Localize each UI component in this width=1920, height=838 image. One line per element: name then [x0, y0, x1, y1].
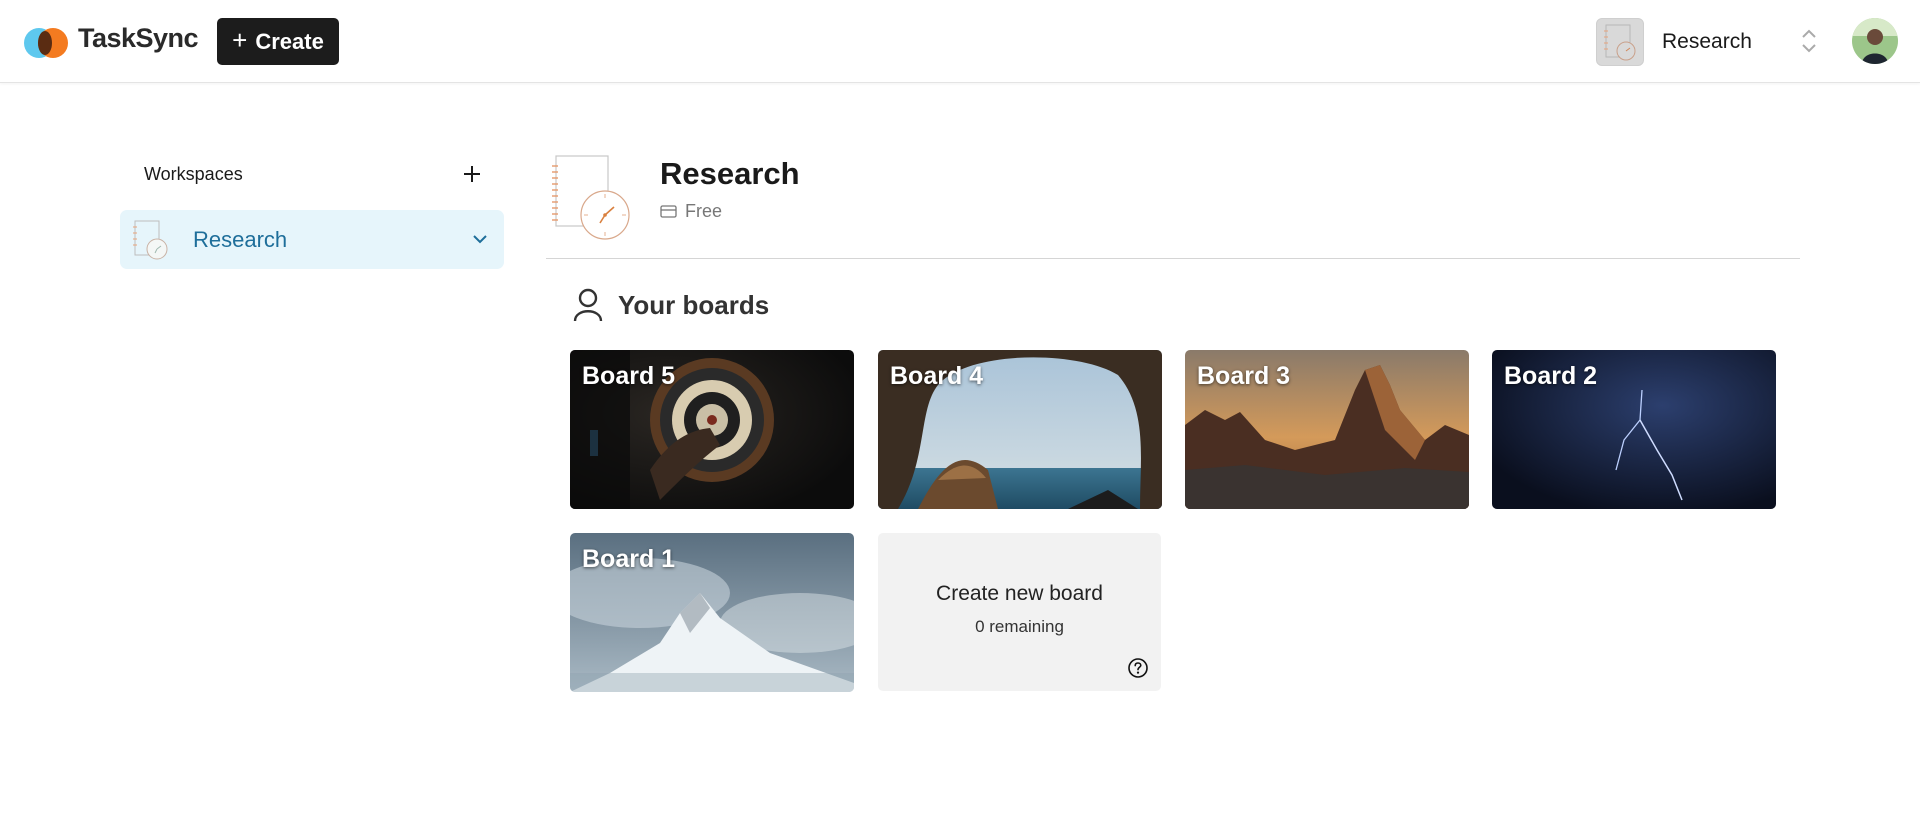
board-card-board-2[interactable]: Board 2	[1492, 350, 1776, 509]
workspace-thumbnail	[1596, 18, 1644, 66]
board-title: Board 2	[1504, 362, 1598, 390]
boards-section-header: Your boards	[572, 288, 769, 322]
logo-icon	[24, 22, 70, 60]
remaining-boards-count: 0 remaining	[975, 617, 1064, 636]
page-title: Research	[660, 156, 800, 191]
board-title: Board 4	[890, 362, 984, 390]
plan-label: Free	[685, 201, 723, 221]
section-divider	[546, 258, 1800, 259]
board-title: Board 3	[1197, 362, 1291, 390]
clock-notebook-icon	[133, 220, 168, 259]
create-new-board-card[interactable]: Create new board 0 remaining	[878, 533, 1161, 691]
user-avatar[interactable]	[1852, 18, 1898, 64]
board-card-board-3[interactable]: Board 3	[1185, 350, 1469, 509]
board-title: Board 5	[582, 362, 676, 390]
top-navigation-bar: TaskSync + Create Research	[0, 0, 1920, 83]
boards-section-title: Your boards	[618, 289, 770, 320]
board-title: Board 1	[582, 545, 676, 573]
sidebar-item-label: Research	[193, 226, 288, 252]
chevron-down-icon[interactable]	[470, 229, 490, 249]
workspace-switcher[interactable]: Research	[1596, 17, 1818, 67]
workspace-logo	[552, 155, 630, 240]
create-button-label: Create	[255, 28, 324, 54]
chevron-up-down-icon	[1802, 29, 1816, 53]
plan-badge: Free	[660, 201, 722, 222]
sidebar-item-research[interactable]: Research	[120, 210, 504, 269]
create-button[interactable]: + Create	[217, 18, 339, 65]
clock-notebook-icon	[1604, 24, 1636, 61]
credit-card-icon	[660, 205, 677, 218]
app-logo[interactable]: TaskSync	[24, 22, 199, 60]
board-card-board-5[interactable]: Board 5	[570, 350, 854, 509]
sidebar-header: Workspaces	[144, 160, 486, 188]
plus-icon	[464, 166, 480, 182]
app-name: TaskSync	[78, 22, 199, 53]
sidebar-title: Workspaces	[144, 163, 243, 184]
board-card-board-1[interactable]: Board 1	[570, 533, 854, 692]
create-new-board-label: Create new board	[936, 582, 1103, 605]
add-workspace-button[interactable]	[458, 160, 486, 188]
plus-icon: +	[232, 25, 248, 55]
user-icon	[573, 288, 603, 322]
board-card-board-4[interactable]: Board 4	[878, 350, 1162, 509]
help-circle-icon[interactable]	[1127, 657, 1149, 679]
workspace-switcher-label: Research	[1662, 30, 1752, 53]
